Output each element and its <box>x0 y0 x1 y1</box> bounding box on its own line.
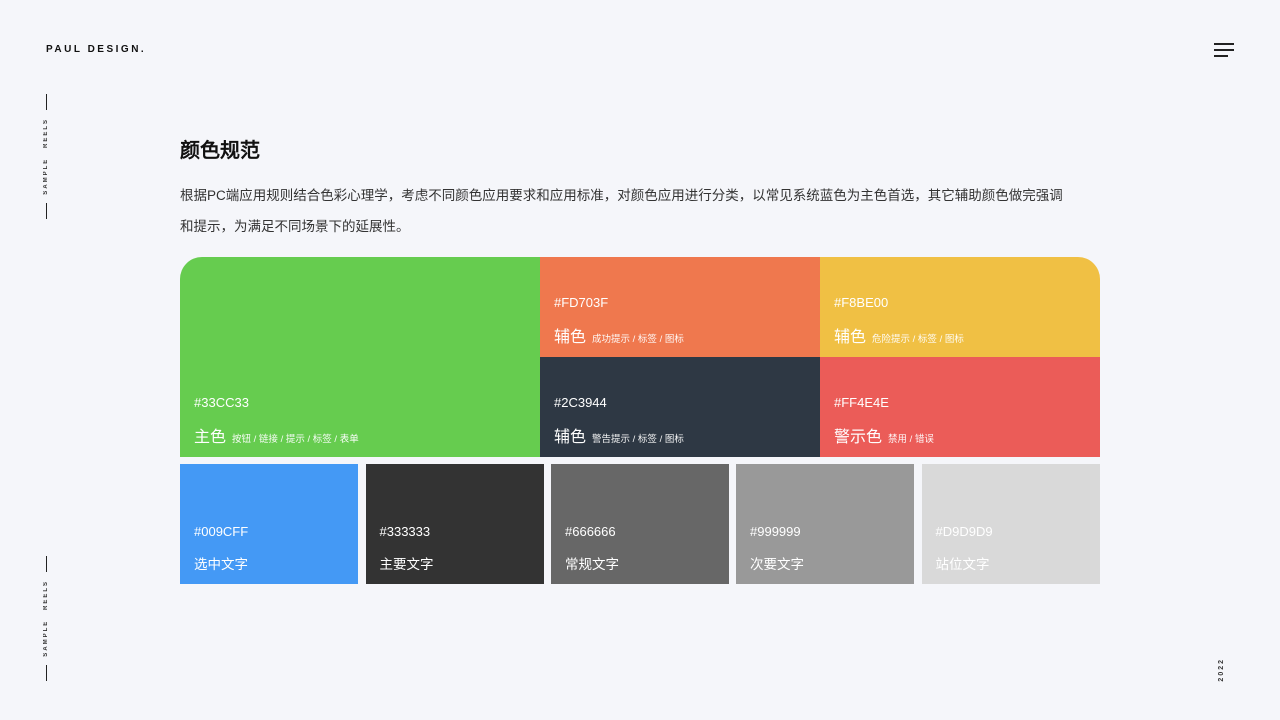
color-hex: #666666 <box>565 524 616 539</box>
color-usage: 危险提示 / 标签 / 图标 <box>872 334 964 345</box>
color-label: 辅色 危险提示 / 标签 / 图标 <box>834 323 964 347</box>
color-swatch-warning: #FF4E4E 警示色 禁用 / 错误 <box>820 357 1100 457</box>
color-label: 主色 按钮 / 链接 / 提示 / 标签 / 表单 <box>194 423 359 447</box>
color-hex: #999999 <box>750 524 801 539</box>
color-usage: 禁用 / 错误 <box>888 434 934 445</box>
color-name: 次要文字 <box>750 557 804 572</box>
color-name: 常规文字 <box>565 557 619 572</box>
side-text: SAMPLE REELS <box>43 118 49 195</box>
color-hex: #009CFF <box>194 524 249 539</box>
color-name: 辅色 <box>834 329 867 346</box>
side-text: SAMPLE REELS <box>43 580 49 657</box>
color-name: 主要文字 <box>379 557 434 572</box>
color-name: 主色 <box>194 429 227 446</box>
color-swatch-selected-text: #009CFF 选中文字 <box>180 464 358 584</box>
color-hex: #333333 <box>379 524 431 539</box>
color-label: 辅色 警告提示 / 标签 / 图标 <box>554 423 684 447</box>
color-name: 站位文字 <box>935 557 990 572</box>
brand-logo: PAUL DESIGN. <box>46 44 147 55</box>
color-name: 辅色 <box>554 429 587 446</box>
color-swatch-secondary-dark: #2C3944 辅色 警告提示 / 标签 / 图标 <box>540 357 820 457</box>
color-label: 辅色 成功提示 / 标签 / 图标 <box>554 323 684 347</box>
color-hex: #FF4E4E <box>834 395 889 410</box>
color-hex: #33CC33 <box>194 395 249 410</box>
color-swatch-placeholder-text: #D9D9D9 站位文字 <box>921 464 1100 584</box>
text-palette: #009CFF 选中文字 #333333 主要文字 #666666 常规文字 #… <box>180 464 1100 584</box>
color-hex: #D9D9D9 <box>935 524 993 539</box>
color-hex: #F8BE00 <box>834 295 889 310</box>
color-usage: 按钮 / 链接 / 提示 / 标签 / 表单 <box>232 434 359 445</box>
color-swatch-primary: #33CC33 主色 按钮 / 链接 / 提示 / 标签 / 表单 <box>180 257 540 457</box>
side-label-top: SAMPLE REELS <box>40 94 52 219</box>
color-swatch-secondary-yellow: #F8BE00 辅色 危险提示 / 标签 / 图标 <box>820 257 1100 357</box>
color-label: 警示色 禁用 / 错误 <box>834 423 934 447</box>
page-title: 颜色规范 <box>180 140 260 162</box>
color-swatch-secondary-text: #999999 次要文字 <box>736 464 914 584</box>
page-description: 根据PC端应用规则结合色彩心理学，考虑不同颜色应用要求和应用标准，对颜色应用进行… <box>180 188 1063 234</box>
color-usage: 成功提示 / 标签 / 图标 <box>592 334 684 345</box>
color-swatch-regular-text: #666666 常规文字 <box>551 464 729 584</box>
color-swatch-main-text: #333333 主要文字 <box>365 464 544 584</box>
color-name: 辅色 <box>554 329 587 346</box>
primary-palette: #33CC33 主色 按钮 / 链接 / 提示 / 标签 / 表单 #FD703F… <box>180 257 1100 457</box>
menu-icon[interactable] <box>1214 42 1234 58</box>
color-usage: 警告提示 / 标签 / 图标 <box>592 434 684 445</box>
color-hex: #2C3944 <box>554 395 607 410</box>
year-label: 2022 <box>1218 658 1225 682</box>
color-swatch-secondary-orange: #FD703F 辅色 成功提示 / 标签 / 图标 <box>540 257 820 357</box>
side-label-bottom: SAMPLE REELS <box>40 556 52 681</box>
color-name: 选中文字 <box>194 557 248 572</box>
color-name: 警示色 <box>834 429 883 446</box>
color-hex: #FD703F <box>554 295 609 310</box>
